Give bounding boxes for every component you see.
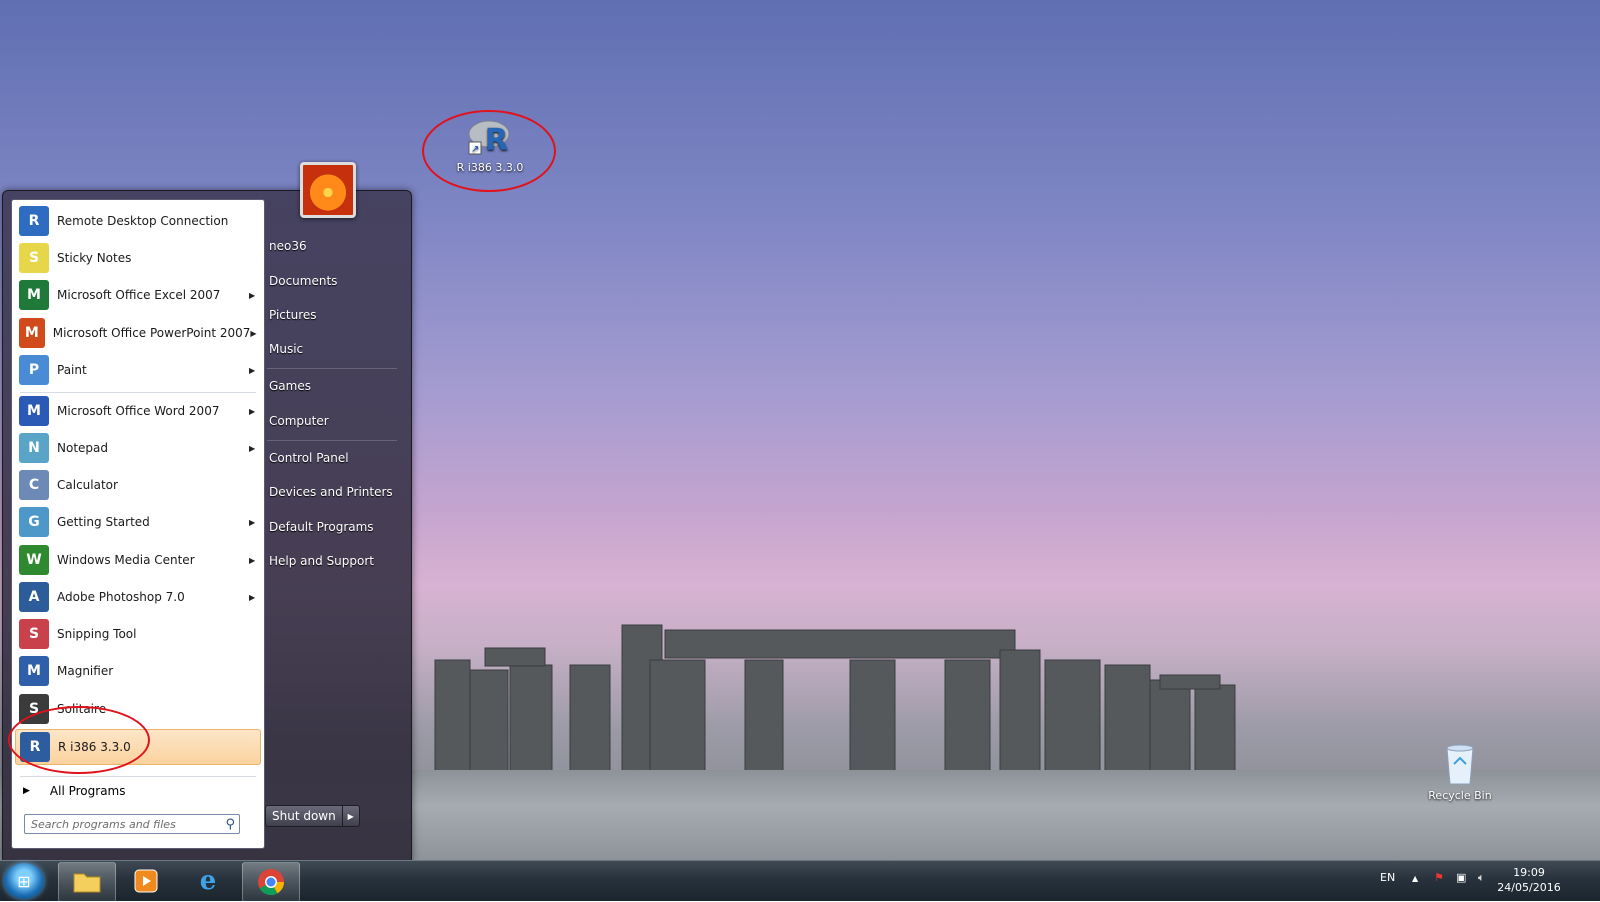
program-item-label: Remote Desktop Connection — [57, 214, 229, 228]
remote-desktop-icon: R — [19, 206, 49, 236]
program-item[interactable]: C Calculator — [15, 468, 259, 502]
submenu-arrow-icon[interactable]: ▶ — [249, 444, 259, 453]
clock-date: 24/05/2016 — [1497, 881, 1561, 894]
start-button[interactable]: ⊞ — [4, 863, 44, 899]
getting-started-icon: G — [19, 507, 49, 537]
link-devices-printers[interactable]: Devices and Printers — [269, 485, 393, 499]
triangle-right-icon: ▶ — [23, 786, 30, 796]
search-placeholder: Search programs and files — [31, 817, 176, 831]
program-item-label: Calculator — [57, 478, 118, 492]
shutdown-button[interactable]: Shut down ▶ — [265, 805, 360, 827]
language-indicator[interactable]: EN — [1380, 871, 1395, 884]
recycle-bin-shortcut[interactable]: Recycle Bin — [1420, 742, 1500, 802]
link-help-support[interactable]: Help and Support — [269, 554, 374, 568]
program-item-label: Magnifier — [57, 664, 114, 678]
submenu-arrow-icon[interactable]: ▶ — [249, 366, 259, 375]
program-item-label: Microsoft Office Word 2007 — [57, 404, 220, 418]
show-hidden-icons-icon[interactable]: ▲ — [1412, 874, 1418, 883]
program-item[interactable]: G Getting Started ▶ — [15, 505, 259, 539]
calculator-icon: C — [19, 470, 49, 500]
shutdown-label: Shut down — [266, 806, 343, 826]
program-item-label: Adobe Photoshop 7.0 — [57, 590, 185, 604]
right-separator — [267, 440, 397, 441]
program-item[interactable]: M Microsoft Office Word 2007 ▶ — [15, 394, 259, 428]
link-documents[interactable]: Documents — [269, 274, 337, 288]
link-computer[interactable]: Computer — [269, 414, 329, 428]
program-item-label: Microsoft Office PowerPoint 2007 — [52, 326, 251, 340]
link-default-programs[interactable]: Default Programs — [269, 520, 374, 534]
media-player-icon — [134, 869, 158, 893]
all-programs-label: All Programs — [49, 784, 126, 798]
program-item-label: Notepad — [57, 441, 108, 455]
highlight-ellipse-desktop — [422, 110, 556, 192]
action-center-icon[interactable]: ⚑ — [1434, 871, 1444, 884]
link-pictures[interactable]: Pictures — [269, 308, 317, 322]
user-avatar[interactable] — [300, 162, 356, 218]
magnifier-icon: M — [19, 656, 49, 686]
program-item[interactable]: M Microsoft Office PowerPoint 2007 ▶ — [15, 316, 259, 350]
program-item-label: Windows Media Center — [57, 553, 195, 567]
program-item-label: Snipping Tool — [57, 627, 137, 641]
folder-icon — [73, 873, 101, 893]
program-item-label: Sticky Notes — [57, 251, 132, 265]
taskbar: ⊞ e EN ▲ ⚑ ▣ 🔈︎ 19:09 24/05/2016 — [0, 860, 1600, 902]
paint-icon: P — [19, 355, 49, 385]
link-music[interactable]: Music — [269, 342, 303, 356]
program-item-label: Getting Started — [57, 515, 150, 529]
submenu-arrow-icon[interactable]: ▶ — [249, 291, 259, 300]
right-separator — [267, 368, 397, 369]
media-center-icon: W — [19, 545, 49, 575]
taskbar-explorer[interactable] — [58, 862, 116, 902]
search-input[interactable]: Search programs and files ⚲ — [24, 814, 240, 834]
submenu-arrow-icon[interactable]: ▶ — [249, 518, 259, 527]
taskbar-internet-explorer[interactable]: e — [180, 862, 236, 900]
shutdown-options-arrow-icon[interactable]: ▶ — [343, 806, 359, 826]
recycle-bin-icon — [1446, 744, 1474, 785]
volume-muted-icon[interactable]: 🔈︎ — [1478, 871, 1485, 885]
chrome-icon — [258, 869, 285, 896]
taskbar-chrome[interactable] — [242, 862, 300, 902]
program-item[interactable]: N Notepad ▶ — [15, 431, 259, 465]
program-item-label: Paint — [57, 363, 87, 377]
program-item[interactable]: P Paint ▶ — [15, 353, 259, 387]
submenu-arrow-icon[interactable]: ▶ — [250, 329, 259, 338]
program-item[interactable]: M Magnifier — [15, 654, 259, 688]
all-programs-button[interactable]: ▶ All Programs — [15, 780, 259, 802]
search-icon: ⚲ — [225, 817, 235, 832]
snipping-tool-icon: S — [19, 619, 49, 649]
program-item[interactable]: A Adobe Photoshop 7.0 ▶ — [15, 580, 259, 614]
program-item[interactable]: W Windows Media Center ▶ — [15, 543, 259, 577]
excel-icon: M — [19, 280, 49, 310]
link-games[interactable]: Games — [269, 379, 311, 393]
powerpoint-icon: M — [19, 318, 45, 348]
photoshop-icon: A — [19, 582, 49, 612]
program-item[interactable]: S Sticky Notes — [15, 241, 259, 275]
recycle-bin-label: Recycle Bin — [1428, 789, 1492, 802]
notepad-icon: N — [19, 433, 49, 463]
program-item-label: Microsoft Office Excel 2007 — [57, 288, 221, 302]
network-icon[interactable]: ▣ — [1456, 871, 1466, 884]
program-item[interactable]: M Microsoft Office Excel 2007 ▶ — [15, 278, 259, 312]
program-item[interactable]: R Remote Desktop Connection — [15, 204, 259, 238]
program-item[interactable]: S Snipping Tool — [15, 617, 259, 651]
taskbar-media-player[interactable] — [118, 862, 174, 900]
submenu-arrow-icon[interactable]: ▶ — [249, 407, 259, 416]
submenu-arrow-icon[interactable]: ▶ — [249, 593, 259, 602]
word-icon: M — [19, 396, 49, 426]
clock-time: 19:09 — [1513, 866, 1545, 879]
sticky-notes-icon: S — [19, 243, 49, 273]
link-control-panel[interactable]: Control Panel — [269, 451, 349, 465]
user-name-link[interactable]: neo36 — [269, 239, 307, 253]
highlight-ellipse-start-menu — [8, 706, 150, 774]
windows-logo-icon: ⊞ — [17, 871, 31, 891]
clock[interactable]: 19:09 24/05/2016 — [1494, 865, 1564, 895]
submenu-arrow-icon[interactable]: ▶ — [249, 556, 259, 565]
internet-explorer-icon: e — [199, 866, 217, 896]
all-programs-separator — [20, 776, 256, 777]
programs-separator — [20, 392, 256, 393]
